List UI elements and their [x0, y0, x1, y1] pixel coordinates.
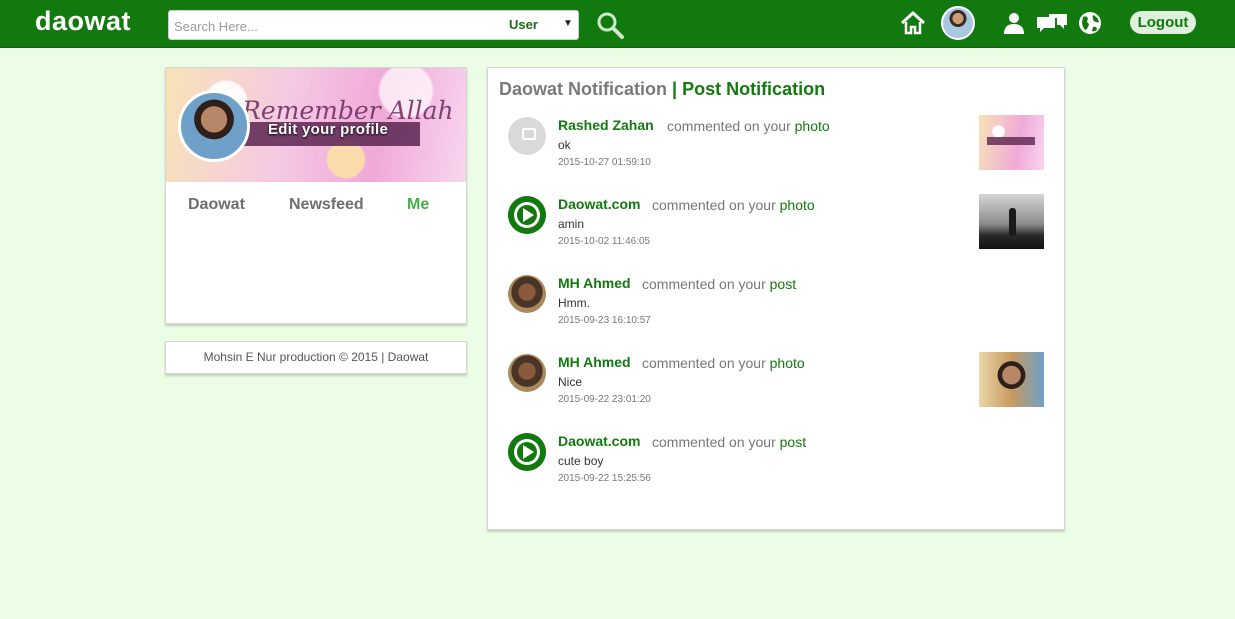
notification-user[interactable]: MH Ahmed	[558, 354, 631, 370]
search-icon[interactable]	[595, 10, 625, 40]
title-sub[interactable]: | Post Notification	[672, 79, 825, 99]
tab-daowat[interactable]: Daowat	[188, 196, 245, 214]
page-title: Daowat Notification | Post Notification	[499, 79, 825, 100]
list-item[interactable]: Rashed Zahan commented on your photo ok …	[488, 115, 1064, 187]
notification-message: amin	[558, 217, 585, 231]
notification-time: 2015-10-02 11:46:05	[558, 236, 651, 247]
notification-time: 2015-10-27 01:59:10	[558, 157, 651, 168]
user-icon[interactable]	[1000, 9, 1028, 37]
cover-photo[interactable]: Remember Allah Edit your profile	[166, 68, 466, 182]
notification-user[interactable]: Daowat.com	[558, 196, 640, 212]
footer: Mohsin E Nur production © 2015 | Daowat	[165, 341, 467, 374]
photo-thumbnail[interactable]	[979, 194, 1044, 249]
notification-target[interactable]: post	[770, 276, 796, 292]
notification-target[interactable]: photo	[780, 197, 815, 213]
list-item[interactable]: MH Ahmed commented on your photo Nice 20…	[488, 352, 1064, 424]
notification-action: commented on your photo	[667, 118, 830, 134]
user-avatar[interactable]	[508, 275, 546, 313]
notification-action: commented on your post	[642, 276, 797, 292]
home-icon[interactable]	[899, 9, 927, 37]
notification-message: Hmm.	[558, 296, 590, 310]
search-type-select[interactable]: User	[509, 17, 538, 32]
profile-tabs: Daowat Newsfeed Me	[166, 196, 466, 220]
tab-me[interactable]: Me	[407, 196, 429, 214]
notification-message: cute boy	[558, 454, 604, 468]
title-main[interactable]: Daowat Notification	[499, 79, 667, 99]
photo-thumbnail[interactable]	[979, 352, 1044, 407]
photo-thumbnail[interactable]	[979, 115, 1044, 170]
logout-button[interactable]: Logout	[1130, 11, 1196, 34]
tab-newsfeed[interactable]: Newsfeed	[289, 196, 364, 214]
notification-time: 2015-09-22 15:25:56	[558, 473, 651, 484]
notification-user[interactable]: Rashed Zahan	[558, 117, 654, 133]
chevron-down-icon[interactable]: ▼	[563, 18, 573, 29]
notification-action: commented on your photo	[652, 197, 815, 213]
notification-message: ok	[558, 138, 571, 152]
profile-card: Remember Allah Edit your profile Daowat …	[165, 67, 467, 324]
notification-user[interactable]: MH Ahmed	[558, 275, 631, 291]
notification-time: 2015-09-22 23:01:20	[558, 394, 651, 405]
notification-target[interactable]: photo	[795, 118, 830, 134]
notification-target[interactable]: photo	[770, 355, 805, 371]
list-item[interactable]: MH Ahmed commented on your post Hmm. 201…	[488, 275, 1064, 345]
notification-message: Nice	[558, 375, 583, 389]
list-item[interactable]: Daowat.com commented on your photo amin …	[488, 194, 1064, 266]
no-photo-avatar[interactable]	[508, 117, 546, 155]
search-input[interactable]	[174, 15, 484, 37]
top-navbar: daowat User ▼ Logout	[0, 0, 1235, 48]
notification-action: commented on your post	[652, 434, 807, 450]
avatar[interactable]	[941, 6, 975, 40]
daowat-logo-avatar[interactable]	[508, 196, 546, 234]
notification-action: commented on your photo	[642, 355, 805, 371]
profile-picture[interactable]	[178, 90, 250, 162]
notification-target[interactable]: post	[780, 434, 806, 450]
notification-time: 2015-09-23 16:10:57	[558, 315, 651, 326]
list-item[interactable]: Daowat.com commented on your post cute b…	[488, 433, 1064, 503]
brand-logo[interactable]: daowat	[35, 6, 131, 37]
globe-icon[interactable]	[1076, 9, 1104, 37]
notification-user[interactable]: Daowat.com	[558, 433, 640, 449]
messages-icon[interactable]	[1035, 9, 1069, 37]
user-avatar[interactable]	[508, 354, 546, 392]
edit-profile-link[interactable]: Edit your profile	[268, 121, 388, 138]
notification-panel: Daowat Notification | Post Notification …	[487, 67, 1065, 530]
daowat-logo-avatar[interactable]	[508, 433, 546, 471]
search-box: User ▼	[168, 10, 579, 40]
